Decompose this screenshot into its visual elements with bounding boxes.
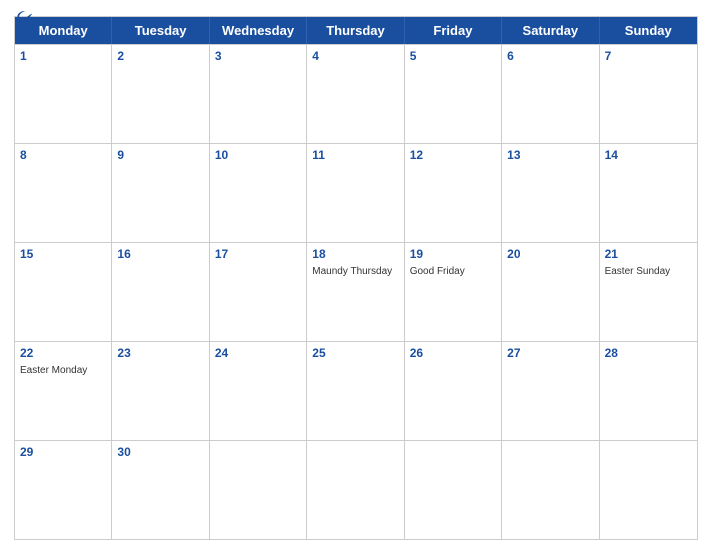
calendar-cell: 8: [15, 144, 112, 242]
cell-date-number: 13: [507, 148, 593, 164]
calendar-cell: 28: [600, 342, 697, 440]
cell-date-number: 15: [20, 247, 106, 263]
calendar-cell: 7: [600, 45, 697, 143]
cell-date-number: 25: [312, 346, 398, 362]
calendar-cell: 1: [15, 45, 112, 143]
weekday-header-wednesday: Wednesday: [210, 17, 307, 44]
calendar-cell: 3: [210, 45, 307, 143]
calendar-cell: 23: [112, 342, 209, 440]
calendar-body: 123456789101112131415161718Maundy Thursd…: [15, 44, 697, 539]
calendar-cell: 18 Maundy Thursday: [307, 243, 404, 341]
calendar-cell: 2: [112, 45, 209, 143]
cell-date-number: 18: [312, 247, 398, 263]
calendar-cell: [307, 441, 404, 539]
calendar-cell: [502, 441, 599, 539]
calendar-cell: 13: [502, 144, 599, 242]
weekday-header-friday: Friday: [405, 17, 502, 44]
calendar-cell: [600, 441, 697, 539]
calendar-cell: 11: [307, 144, 404, 242]
cell-date-number: 27: [507, 346, 593, 362]
calendar-cell: 24: [210, 342, 307, 440]
cell-date-number: 28: [605, 346, 692, 362]
calendar-week-2: 89 10 11 12 13 14: [15, 143, 697, 242]
cell-date-number: 26: [410, 346, 496, 362]
calendar-cell: 5: [405, 45, 502, 143]
cell-date-number: 23: [117, 346, 203, 362]
calendar-cell: 30: [112, 441, 209, 539]
calendar-cell: 29: [15, 441, 112, 539]
weekday-header-thursday: Thursday: [307, 17, 404, 44]
calendar-week-5: 29 30: [15, 440, 697, 539]
cell-event-label: Good Friday: [410, 265, 496, 278]
cell-date-number: 29: [20, 445, 106, 461]
cell-date-number: 3: [215, 49, 301, 65]
calendar-cell: 4: [307, 45, 404, 143]
calendar: MondayTuesdayWednesdayThursdayFridaySatu…: [14, 16, 698, 540]
calendar-header-row: MondayTuesdayWednesdayThursdayFridaySatu…: [15, 17, 697, 44]
calendar-cell: 15: [15, 243, 112, 341]
cell-date-number: 30: [117, 445, 203, 461]
cell-date-number: 4: [312, 49, 398, 65]
cell-event-label: Easter Monday: [20, 364, 106, 377]
cell-date-number: 11: [312, 148, 398, 164]
calendar-week-4: 22 Easter Monday 23 24 25 26 27 28: [15, 341, 697, 440]
cell-date-number: 2: [117, 49, 203, 65]
page: MondayTuesdayWednesdayThursdayFridaySatu…: [0, 0, 712, 550]
cell-date-number: 21: [605, 247, 692, 263]
cell-date-number: 10: [215, 148, 301, 164]
calendar-cell: [210, 441, 307, 539]
calendar-cell: 17: [210, 243, 307, 341]
cell-date-number: 1: [20, 49, 106, 65]
calendar-cell: 21 Easter Sunday: [600, 243, 697, 341]
cell-event-label: Maundy Thursday: [312, 265, 398, 278]
calendar-cell: 25: [307, 342, 404, 440]
cell-date-number: 6: [507, 49, 593, 65]
calendar-cell: 19 Good Friday: [405, 243, 502, 341]
cell-date-number: 14: [605, 148, 692, 164]
cell-date-number: 17: [215, 247, 301, 263]
calendar-cell: 12: [405, 144, 502, 242]
weekday-header-sunday: Sunday: [600, 17, 697, 44]
cell-date-number: 7: [605, 49, 692, 65]
calendar-week-1: 1234567: [15, 44, 697, 143]
cell-date-number: 19: [410, 247, 496, 263]
calendar-cell: 20: [502, 243, 599, 341]
calendar-cell: [405, 441, 502, 539]
weekday-header-tuesday: Tuesday: [112, 17, 209, 44]
calendar-week-3: 15 16 17 18 Maundy Thursday 19 Good Friday 20 21…: [15, 242, 697, 341]
cell-date-number: 16: [117, 247, 203, 263]
cell-date-number: 9: [117, 148, 203, 164]
cell-date-number: 12: [410, 148, 496, 164]
calendar-cell: 14: [600, 144, 697, 242]
calendar-cell: 22 Easter Monday: [15, 342, 112, 440]
cell-date-number: 22: [20, 346, 106, 362]
calendar-cell: 6: [502, 45, 599, 143]
calendar-cell: 16: [112, 243, 209, 341]
cell-date-number: 8: [20, 148, 106, 164]
calendar-cell: 10: [210, 144, 307, 242]
calendar-cell: 27: [502, 342, 599, 440]
cell-event-label: Easter Sunday: [605, 265, 692, 278]
weekday-header-saturday: Saturday: [502, 17, 599, 44]
calendar-cell: 26: [405, 342, 502, 440]
logo: [14, 10, 34, 28]
cell-date-number: 20: [507, 247, 593, 263]
logo-bird-icon: [16, 10, 34, 28]
calendar-cell: 9: [112, 144, 209, 242]
cell-date-number: 5: [410, 49, 496, 65]
cell-date-number: 24: [215, 346, 301, 362]
